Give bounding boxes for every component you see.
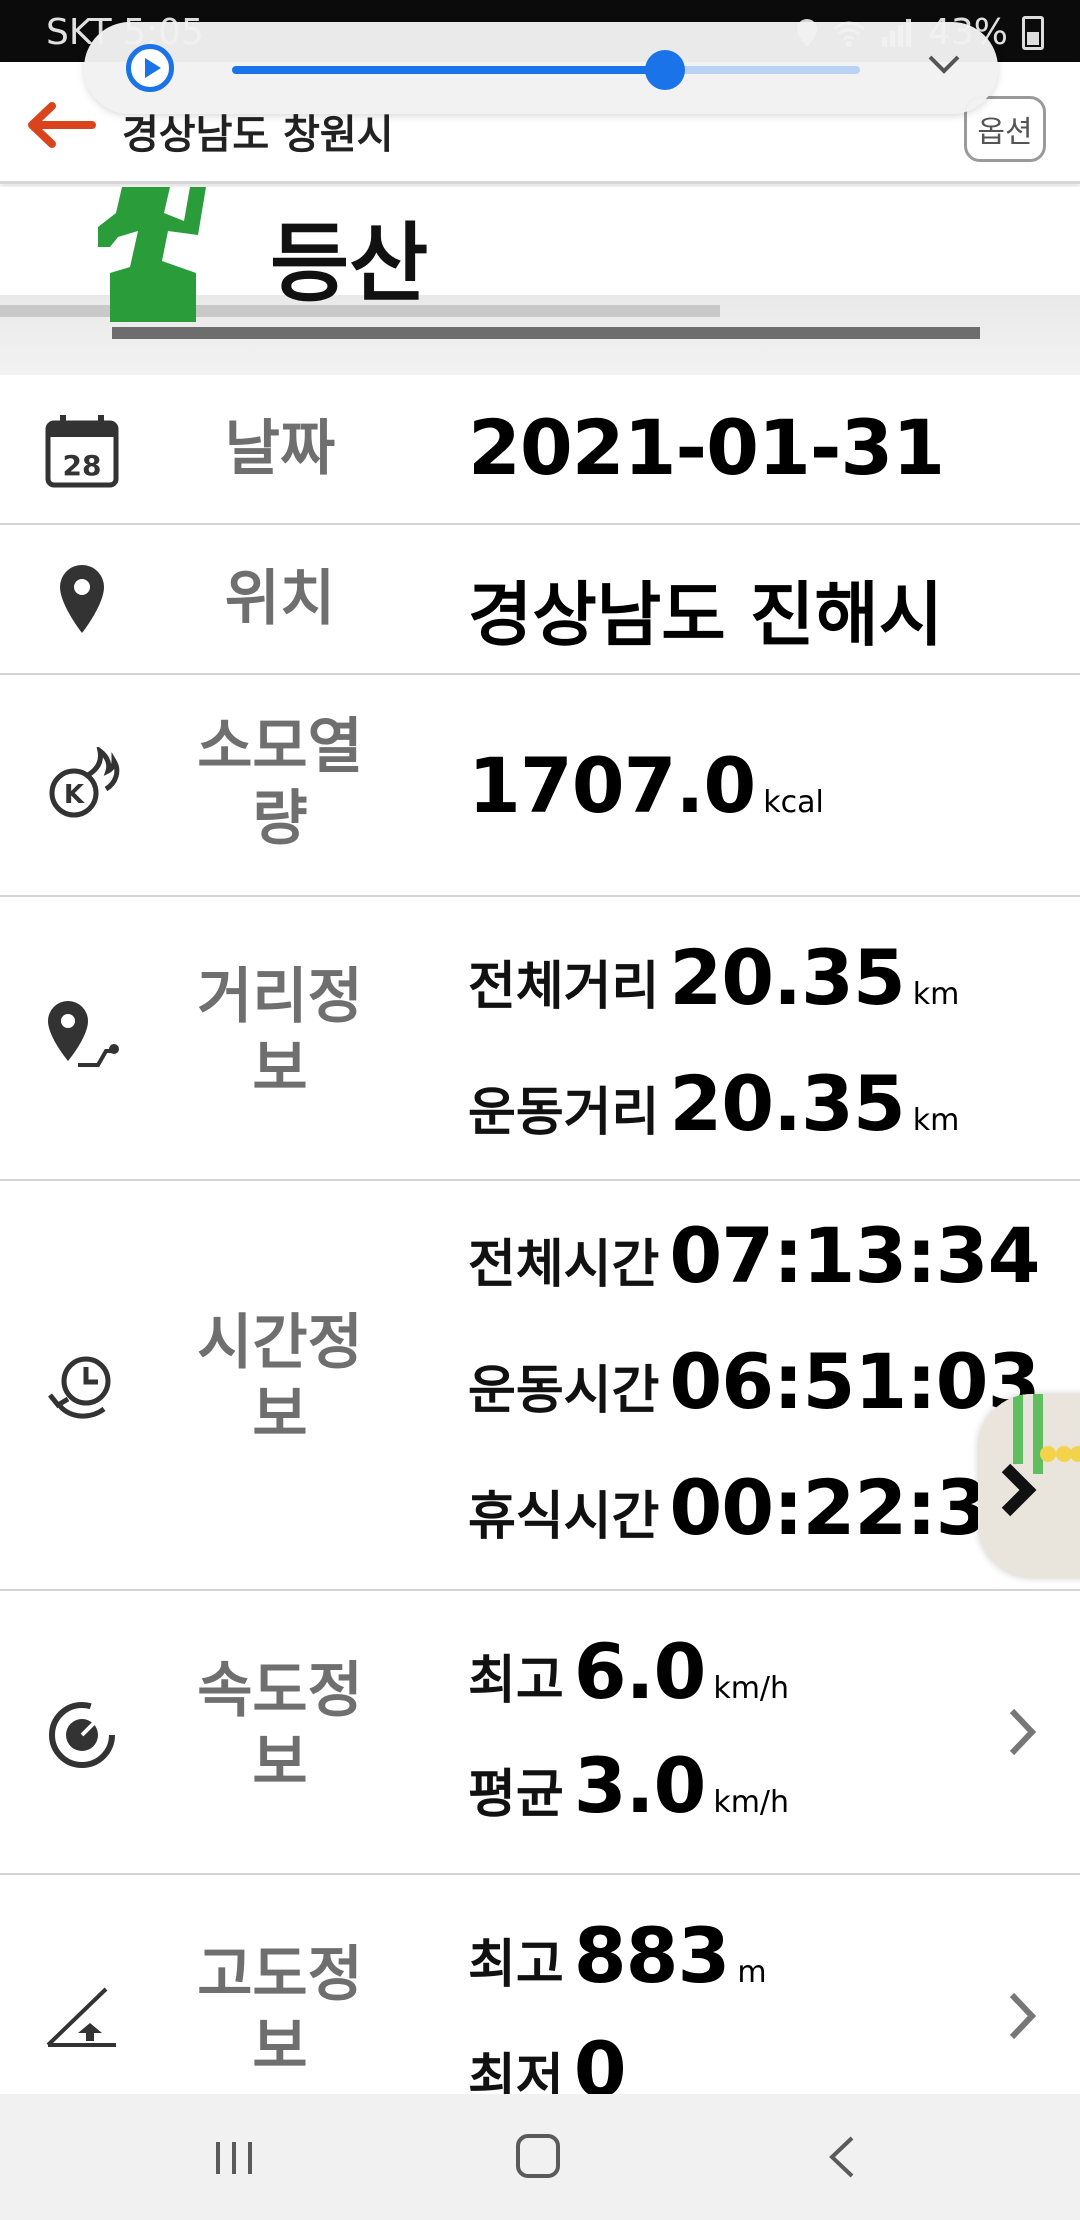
exercise-time-label: 운동시간: [468, 1361, 660, 1421]
exercise-distance-label: 운동거리: [468, 1083, 660, 1143]
chevron-right-icon[interactable]: [1006, 1989, 1040, 2043]
activity-title: 등산: [270, 214, 429, 314]
row-time: 시간정 보 전체시간 07:13:34 운동시간 06:51:03 휴식시간 0…: [0, 1181, 1080, 1591]
activity-banner: 등산: [0, 187, 1080, 375]
speed-label-line1: 속도정: [197, 1656, 363, 1726]
media-player-overlay: [84, 22, 998, 114]
calories-value: 1707.0: [468, 741, 756, 830]
max-altitude-value: 883: [573, 1911, 731, 2000]
altitude-label-line2: 보: [252, 2012, 308, 2082]
time-label: 시간정 보: [170, 1307, 390, 1451]
row-location: 위치 경상남도 진해시: [0, 525, 1080, 675]
system-nav-bar: [0, 2094, 1080, 2220]
date-value: 2021-01-31: [468, 403, 945, 492]
exercise-time-line: 운동시간 06:51:03: [468, 1337, 1040, 1426]
calendar-icon: 28: [45, 415, 119, 488]
exercise-distance-value: 20.35: [669, 1059, 905, 1148]
row-speed[interactable]: 속도정 보 최고 6.0 km/h 평균 3.0 km/h: [0, 1591, 1080, 1875]
location-value: 경상남도 진해시: [468, 574, 944, 656]
home-icon[interactable]: [516, 2134, 560, 2178]
exercise-time-value: 06:51:03: [669, 1337, 1040, 1426]
time-label-line1: 시간정: [197, 1308, 363, 1378]
seek-progress: [232, 66, 666, 74]
rest-time-line: 휴식시간 00:22:3: [468, 1463, 989, 1552]
avg-speed-unit: km/h: [713, 1785, 790, 1820]
chevron-right-icon[interactable]: [1006, 1705, 1040, 1759]
time-label-line2: 보: [252, 1380, 308, 1450]
altitude-label: 고도정 보: [170, 1939, 390, 2083]
row-distance: 거리정 보 전체거리 20.35 km 운동거리 20.35 km: [0, 897, 1080, 1181]
total-distance-value: 20.35: [669, 933, 905, 1022]
max-speed-unit: km/h: [713, 1671, 790, 1706]
total-distance-line: 전체거리 20.35 km: [468, 933, 959, 1022]
rest-time-label: 휴식시간: [468, 1487, 660, 1547]
altitude-label-line1: 고도정: [197, 1940, 363, 2010]
clock-refresh-icon: [48, 1356, 111, 1419]
calorie-flame-icon: K: [49, 747, 120, 818]
total-time-value: 07:13:34: [669, 1211, 1040, 1300]
distance-label: 거리정 보: [170, 961, 390, 1105]
calories-label: 소모열 량: [170, 711, 390, 855]
row-altitude[interactable]: 고도정 보 최고 883 m 최저 0: [0, 1875, 1080, 2115]
avg-speed-line: 평균 3.0 km/h: [468, 1741, 789, 1830]
row-calories: K 소모열 량 1707.0 kcal: [0, 675, 1080, 897]
location-pin-icon: [60, 565, 104, 633]
avg-speed-value: 3.0: [573, 1741, 707, 1830]
svg-text:K: K: [64, 780, 85, 810]
max-altitude-unit: m: [737, 1955, 767, 1990]
exercise-distance-unit: km: [912, 1103, 960, 1138]
exercise-distance-line: 운동거리 20.35 km: [468, 1059, 959, 1148]
back-arrow-icon[interactable]: [22, 100, 96, 150]
rest-time-value: 00:22:3: [669, 1463, 988, 1552]
calories-value-line: 1707.0 kcal: [468, 741, 824, 830]
activity-detail-list: 28 날짜 2021-01-31 위치 경상남도 진해시 K 소모열 량 170…: [0, 375, 1080, 2115]
total-time-label: 전체시간: [468, 1235, 660, 1295]
recent-apps-icon[interactable]: [214, 2140, 256, 2176]
speedometer-icon: [49, 1702, 115, 1768]
location-label: 위치: [224, 564, 336, 634]
total-distance-unit: km: [912, 977, 960, 1012]
max-speed-line: 최고 6.0 km/h: [468, 1627, 789, 1716]
total-time-line: 전체시간 07:13:34: [468, 1211, 1040, 1300]
banner-divider: [112, 327, 980, 339]
distance-label-line1: 거리정: [197, 962, 363, 1032]
speed-label: 속도정 보: [170, 1655, 390, 1799]
max-altitude-label: 최고: [468, 1935, 564, 1995]
nav-back-icon[interactable]: [826, 2134, 856, 2180]
calories-unit: kcal: [763, 785, 824, 820]
avg-speed-label: 평균: [468, 1765, 564, 1825]
battery-icon: [1022, 15, 1044, 50]
max-altitude-line: 최고 883 m: [468, 1911, 767, 2000]
map-thumbnail-bubble[interactable]: [978, 1394, 1080, 1578]
hiker-icon: [98, 187, 206, 322]
seek-thumb[interactable]: [645, 50, 686, 90]
calendar-day: 28: [63, 449, 102, 482]
max-speed-label: 최고: [468, 1651, 564, 1711]
date-label: 날짜: [224, 414, 336, 484]
seek-bar[interactable]: [232, 50, 860, 90]
altitude-icon: [46, 1987, 116, 2047]
speed-label-line2: 보: [252, 1728, 308, 1798]
max-speed-value: 6.0: [573, 1627, 707, 1716]
distance-route-icon: [48, 1001, 119, 1067]
chevron-down-icon[interactable]: [922, 42, 966, 86]
row-date: 28 날짜 2021-01-31: [0, 375, 1080, 525]
play-icon[interactable]: [126, 44, 174, 92]
total-distance-label: 전체거리: [468, 957, 660, 1017]
distance-label-line2: 보: [252, 1034, 308, 1104]
calories-label-line1: 소모열: [197, 712, 363, 782]
map-thumbnail: [978, 1394, 1080, 1578]
calories-label-line2: 량: [252, 784, 308, 854]
